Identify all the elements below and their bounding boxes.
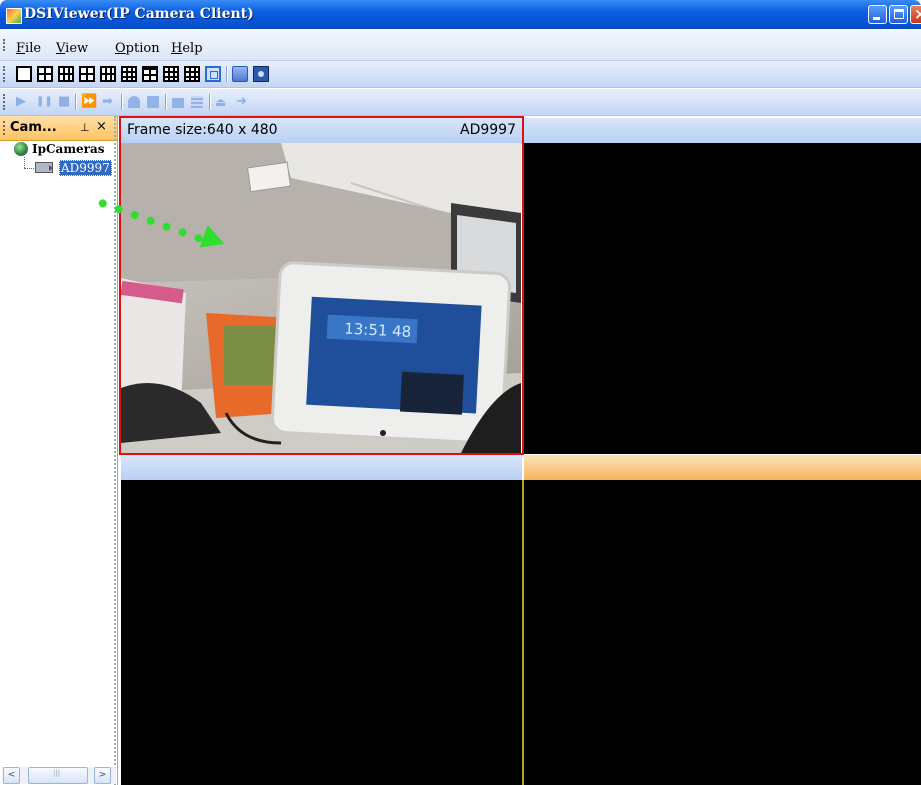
globe-icon [14,142,28,156]
frame-size-label: Frame size:640 x 480 [127,122,278,138]
toolbar-separator [75,94,76,110]
pane-3-video[interactable] [121,480,522,785]
snapshot-icon[interactable] [253,66,269,82]
menu-view[interactable]: View [56,41,88,56]
pane-4-header[interactable] [524,455,921,481]
scroll-thumb[interactable] [28,767,88,784]
maximize-button[interactable] [889,5,908,24]
pause-icon[interactable]: ❚❚ [36,94,53,110]
dock-header: Cam... ⊥ × [0,116,117,141]
arrow-right-icon[interactable]: ➜ [236,94,247,110]
dock-close-icon[interactable]: × [96,119,107,134]
eject-icon[interactable]: ⏏ [215,94,226,110]
svg-text:13:51 48: 13:51 48 [344,320,412,341]
layout-10-icon[interactable] [121,66,137,82]
record-all-icon[interactable] [128,96,140,108]
dock-grip[interactable] [3,121,7,135]
maximize-icon [894,9,904,19]
grid-icon[interactable] [191,96,203,108]
camera-video-feed[interactable]: 13:51 48 [121,143,521,453]
layout-1-icon[interactable] [16,66,32,82]
app-icon [6,8,22,24]
layout-16-icon[interactable] [163,66,179,82]
menu-grip[interactable] [3,39,7,51]
pane-3-header[interactable] [121,455,522,481]
folder-icon[interactable] [172,98,184,108]
toolbar-separator [121,94,122,110]
minimize-icon [873,17,880,20]
scroll-right-button[interactable]: > [94,767,111,784]
layout-8-icon[interactable] [79,66,95,82]
minimize-button[interactable] [868,5,887,24]
layout-13-icon[interactable] [142,66,158,82]
fast-forward-icon[interactable]: ⏩ [81,94,97,110]
pane-divider [522,480,524,785]
dock-horizontal-scrollbar[interactable]: < > [2,767,116,784]
record-icon[interactable] [232,66,248,82]
layout-6-icon[interactable] [58,66,74,82]
toolbar-separator [165,94,166,110]
toolbar-separator [226,66,227,82]
step-icon[interactable]: ➡ [102,94,113,110]
tree-item-camera[interactable]: AD9997 [59,160,112,176]
stop-record-icon[interactable] [147,96,159,108]
pin-icon[interactable]: ⊥ [80,121,90,134]
menu-file[interactable]: File [16,41,41,56]
pane-2-header[interactable] [524,118,921,144]
camera-icon [35,162,53,173]
playback-toolbar: ▶ ❚❚ ■ ⏩ ➡ ⏏ ➜ [0,89,921,116]
toolbar-separator [209,94,210,110]
pane-1-header[interactable]: Frame size:640 x 480 AD9997 [121,118,522,144]
toolbar-grip[interactable] [3,94,7,110]
window-title: DSIViewer(IP Camera Client) [24,6,254,22]
menu-option[interactable]: Option [115,41,160,56]
tree-connector [24,168,34,170]
close-icon: × [914,5,921,23]
layout-4-icon[interactable] [37,66,53,82]
pane-camera-name: AD9997 [460,122,516,138]
camera-dock-panel: Cam... ⊥ × IpCameras AD9997 [0,116,118,785]
tree-root-ipcameras[interactable]: IpCameras [32,142,105,156]
menu-bar: File View Option Help [0,29,921,61]
dock-title: Cam... [10,120,57,135]
scroll-left-button[interactable]: < [3,767,20,784]
stop-icon[interactable]: ■ [58,94,70,110]
layout-25-icon[interactable] [184,66,200,82]
fullscreen-icon[interactable] [205,66,221,82]
layout-toolbar [0,61,921,88]
close-button[interactable]: × [910,5,921,24]
pane-2-video[interactable] [524,143,921,454]
layout-9-icon[interactable] [100,66,116,82]
dock-splitter[interactable] [114,116,118,785]
toolbar-grip[interactable] [3,66,7,82]
video-frame-image: 13:51 48 [121,143,521,453]
title-bar: DSIViewer(IP Camera Client) × [0,0,921,29]
play-icon[interactable]: ▶ [16,94,26,110]
pane-4-video[interactable] [524,480,921,785]
tree-connector [24,157,26,168]
menu-help[interactable]: Help [171,41,203,56]
